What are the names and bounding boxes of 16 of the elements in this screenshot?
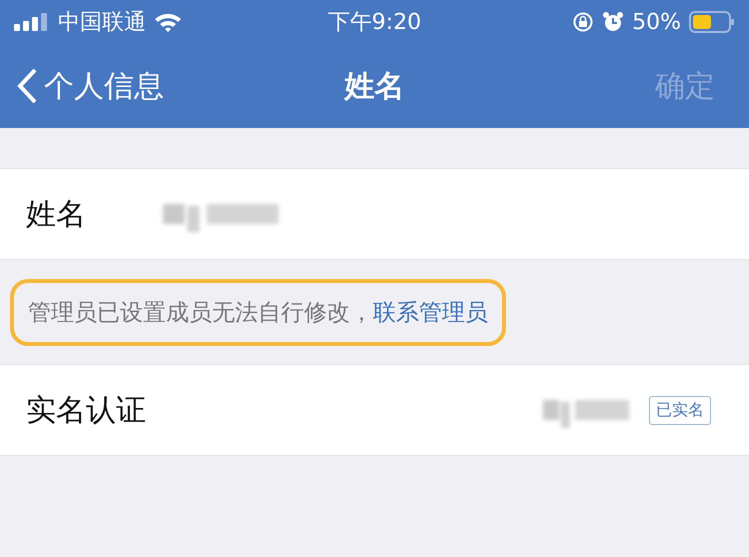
- rotation-lock-icon: [572, 11, 594, 33]
- battery-icon: [689, 11, 735, 33]
- signal-icon: [14, 13, 50, 31]
- back-button[interactable]: 个人信息: [16, 66, 164, 106]
- alarm-icon: [602, 11, 624, 33]
- page-title: 姓名: [344, 68, 404, 104]
- wifi-icon: [154, 12, 182, 32]
- carrier-name: 中国联通: [58, 9, 146, 37]
- contact-admin-link[interactable]: 联系管理员: [373, 300, 488, 326]
- field-label: 实名认证: [26, 392, 146, 430]
- status-time: 下午9:20: [328, 9, 422, 37]
- verified-badge: 已实名: [649, 396, 711, 424]
- battery-percent: 50%: [632, 10, 681, 34]
- back-chevron-icon: [16, 67, 38, 105]
- field-label: 姓名: [26, 196, 87, 234]
- notice-text: 管理员已设置成员无法自行修改，联系管理员: [10, 278, 506, 346]
